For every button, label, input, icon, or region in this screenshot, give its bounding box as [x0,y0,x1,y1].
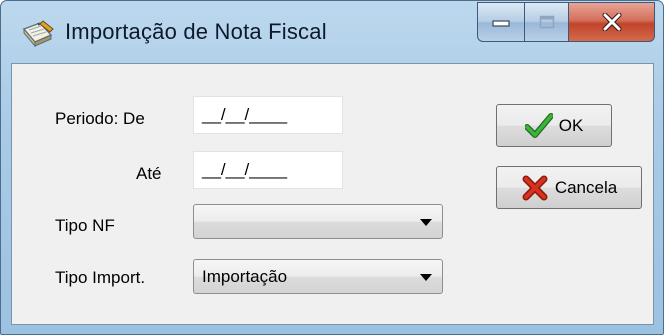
close-icon [602,13,621,31]
cancel-button[interactable]: Cancela [496,166,642,209]
minimize-button[interactable] [477,2,525,42]
tipo-import-value: Importação [202,267,288,286]
tipo-import-label: Tipo Import. [55,268,146,287]
checkmark-icon [524,112,553,138]
periodo-de-label: Periodo: De [55,109,145,128]
maximize-icon [539,15,554,29]
ate-label: Até [136,164,162,183]
minimize-icon [492,20,510,27]
title-bar[interactable]: Importação de Nota Fiscal [1,1,663,59]
periodo-de-input[interactable]: __/__/____ [193,96,343,134]
dialog-window: Importação de Nota Fiscal Periodo: De __… [0,0,664,335]
chevron-down-icon[interactable] [420,219,432,226]
ok-label: OK [558,115,584,135]
cancel-label: Cancela [554,177,618,197]
chevron-down-icon[interactable] [420,274,432,281]
tipo-import-select[interactable]: Importação [193,259,443,294]
x-cross-icon [522,175,548,200]
notebook-pencil-icon [22,20,54,48]
maximize-button[interactable] [525,2,569,42]
tipo-nf-label: Tipo NF [55,216,115,235]
ok-button[interactable]: OK [496,104,612,147]
dialog-body: Periodo: De __/__/____ Até __/__/____ Ti… [11,63,654,325]
tipo-nf-select[interactable] [193,204,443,239]
caption-buttons [477,2,655,42]
ate-input[interactable]: __/__/____ [193,151,343,189]
close-button[interactable] [569,2,655,42]
window-title: Importação de Nota Fiscal [65,19,327,44]
